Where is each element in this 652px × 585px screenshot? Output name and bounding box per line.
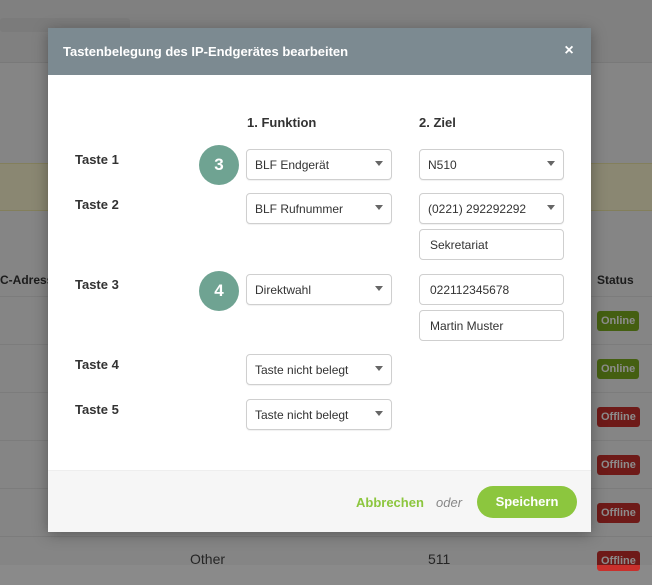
key-2-name-value: Sekretariat [430,238,489,252]
key-1-function-select[interactable]: BLF Endgerät [246,149,392,180]
key-5-label: Taste 5 [75,402,119,417]
edit-keys-dialog: Tastenbelegung des IP-Endgerätes bearbei… [48,28,591,532]
save-button[interactable]: Speichern [477,486,577,518]
key-4-function-select[interactable]: Taste nicht belegt [246,354,392,385]
key-4-function-value: Taste nicht belegt [255,363,349,377]
or-separator: oder [436,495,463,510]
key-2-name-input[interactable]: Sekretariat [419,229,564,260]
chevron-down-icon [547,161,555,166]
chevron-down-icon [547,205,555,210]
chevron-down-icon [375,205,383,210]
key-1-target-value: N510 [428,158,457,172]
key-5-function-value: Taste nicht belegt [255,408,349,422]
target-column-header: 2. Ziel [419,115,456,130]
chevron-down-icon [375,366,383,371]
key-1-target-select[interactable]: N510 [419,149,564,180]
key-3-function-value: Direktwahl [255,283,312,297]
step-badge-3: 3 [199,145,239,185]
key-3-name-input[interactable]: Martin Muster [419,310,564,341]
key-3-function-select[interactable]: Direktwahl [246,274,392,305]
key-2-function-select[interactable]: BLF Rufnummer [246,193,392,224]
key-1-label: Taste 1 [75,152,119,167]
dialog-footer: Abbrechen oder Speichern [48,470,591,532]
key-2-target-value: (0221) 292292292 [428,202,527,216]
key-1-function-value: BLF Endgerät [255,158,330,172]
key-2-target-select[interactable]: (0221) 292292292 [419,193,564,224]
key-3-name-value: Martin Muster [430,319,504,333]
key-3-number-value: 022112345678 [430,283,510,297]
chevron-down-icon [375,411,383,416]
key-2-label: Taste 2 [75,197,119,212]
key-3-number-input[interactable]: 022112345678 [419,274,564,305]
dialog-title: Tastenbelegung des IP-Endgerätes bearbei… [63,44,349,59]
key-3-label: Taste 3 [75,277,119,292]
chevron-down-icon [375,161,383,166]
function-column-header: 1. Funktion [247,115,317,130]
key-2-function-value: BLF Rufnummer [255,202,344,216]
key-4-label: Taste 4 [75,357,119,372]
key-5-function-select[interactable]: Taste nicht belegt [246,399,392,430]
close-icon[interactable]: × [559,41,579,61]
chevron-down-icon [375,286,383,291]
dialog-header: Tastenbelegung des IP-Endgerätes bearbei… [48,28,591,75]
cancel-button[interactable]: Abbrechen [356,495,424,510]
step-badge-4: 4 [199,271,239,311]
